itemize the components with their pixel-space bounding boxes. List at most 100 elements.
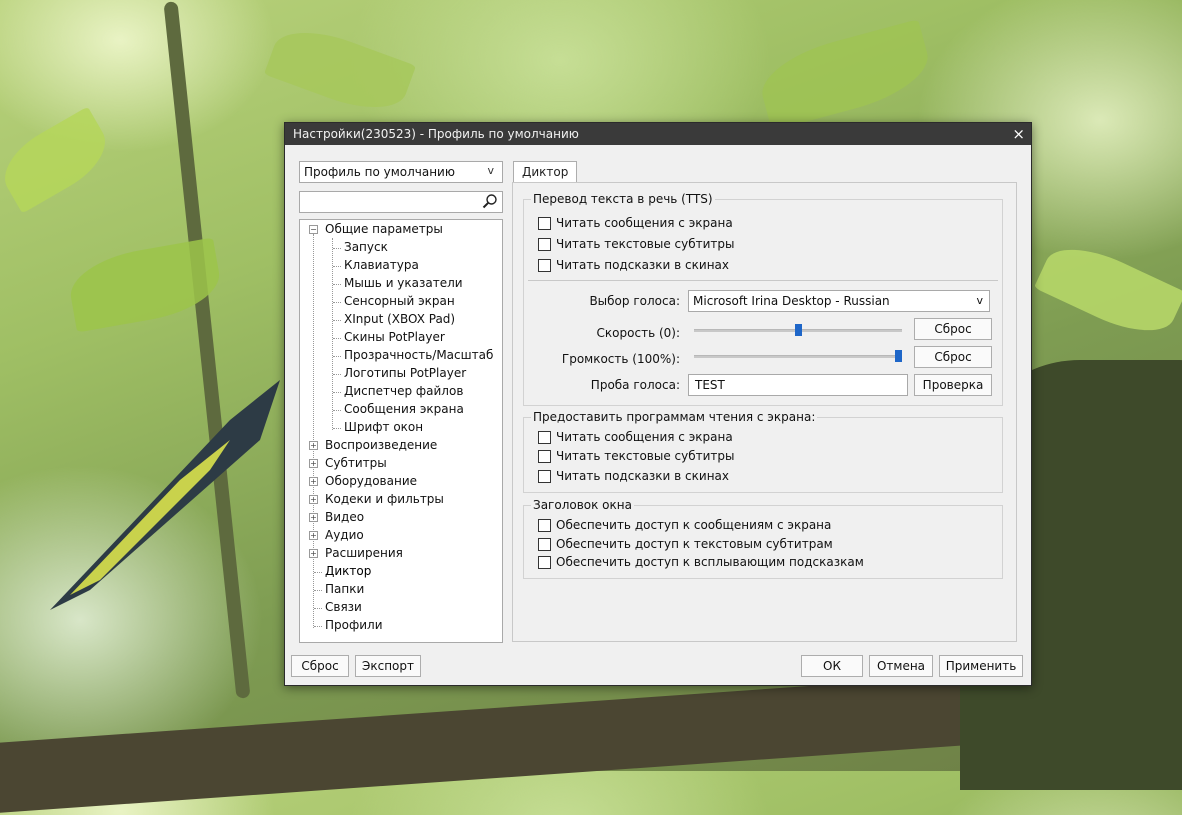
apply-button[interactable]: Применить <box>939 655 1023 677</box>
tree-item-label: Расширения <box>325 546 403 560</box>
volume-slider[interactable] <box>694 348 902 364</box>
tree-item-label: Кодеки и фильтры <box>325 492 444 506</box>
checkbox-box[interactable] <box>538 258 551 272</box>
tree-item-file-manager[interactable]: Диспетчер файлов <box>344 382 463 400</box>
export-button[interactable]: Экспорт <box>355 655 421 677</box>
tree-item-playback[interactable]: + Воспроизведение <box>308 436 437 454</box>
close-icon[interactable]: × <box>1012 125 1025 143</box>
checkbox-label: Читать подсказки в скинах <box>556 469 730 483</box>
tree-item-window-font[interactable]: Шрифт окон <box>344 418 423 436</box>
check-voice-button[interactable]: Проверка <box>914 374 992 396</box>
search-input[interactable] <box>299 191 503 213</box>
checkbox-box[interactable] <box>538 216 551 230</box>
speed-slider[interactable] <box>694 322 902 338</box>
tree-item-video[interactable]: + Видео <box>308 508 364 526</box>
expand-icon[interactable]: + <box>309 459 318 468</box>
tree-item-mouse[interactable]: Мышь и указатели <box>344 274 463 292</box>
tree-item-profiles[interactable]: Профили <box>325 616 383 634</box>
title-access-tooltips-checkbox[interactable]: Обеспечить доступ к всплывающим подсказк… <box>538 554 864 570</box>
tree-item-label: Сообщения экрана <box>344 402 464 416</box>
chevron-down-icon: v <box>976 294 983 307</box>
tree-item-xinput[interactable]: XInput (XBOX Pad) <box>344 310 455 328</box>
slider-thumb[interactable] <box>895 350 902 362</box>
voice-select[interactable]: Microsoft Irina Desktop - Russian v <box>688 290 990 312</box>
tree-item-logos[interactable]: Логотипы PotPlayer <box>344 364 466 382</box>
title-access-osd-checkbox[interactable]: Обеспечить доступ к сообщениям с экрана <box>538 517 831 533</box>
checkbox-box[interactable] <box>538 537 551 551</box>
tree-item-transparency[interactable]: Прозрачность/Масштаб <box>344 346 493 364</box>
expand-icon[interactable]: + <box>309 495 318 504</box>
tree-item-subtitles[interactable]: + Субтитры <box>308 454 387 472</box>
tree-item-startup[interactable]: Запуск <box>344 238 388 256</box>
tts-read-osd-checkbox[interactable]: Читать сообщения с экрана <box>538 215 733 231</box>
tree-item-codecs[interactable]: + Кодеки и фильтры <box>308 490 444 508</box>
tts-read-subtitles-checkbox[interactable]: Читать текстовые субтитры <box>538 236 735 252</box>
tree-item-folders[interactable]: Папки <box>325 580 364 598</box>
checkbox-box[interactable] <box>538 449 551 463</box>
test-voice-input[interactable]: TEST <box>688 374 908 396</box>
test-voice-label: Проба голоса: <box>590 378 680 392</box>
search-icon[interactable] <box>482 193 498 209</box>
checkbox-label: Читать подсказки в скинах <box>556 258 730 272</box>
expand-icon[interactable]: + <box>309 513 318 522</box>
tree-item-label: XInput (XBOX Pad) <box>344 312 456 326</box>
tree-item-touchscreen[interactable]: Сенсорный экран <box>344 292 455 310</box>
collapse-icon[interactable]: − <box>309 225 318 234</box>
tree-item-label: Мышь и указатели <box>344 276 463 290</box>
tree-item-label: Клавиатура <box>344 258 419 272</box>
tts-group: Перевод текста в речь (TTS) Читать сообщ… <box>523 192 1003 406</box>
chevron-down-icon: v <box>487 164 494 177</box>
cancel-button[interactable]: Отмена <box>869 655 933 677</box>
tree-item-narrator[interactable]: Диктор <box>325 562 371 580</box>
tree-guide-line <box>314 626 322 627</box>
checkbox-box[interactable] <box>538 430 551 444</box>
reset-button[interactable]: Сброс <box>291 655 349 677</box>
window-title: Настройки(230523) - Профиль по умолчанию <box>293 127 579 141</box>
checkbox-box[interactable] <box>538 237 551 251</box>
tree-guide-line <box>333 284 341 285</box>
expand-icon[interactable]: + <box>309 531 318 540</box>
speed-label: Скорость (0): <box>596 326 680 340</box>
tree-item-keyboard[interactable]: Клавиатура <box>344 256 419 274</box>
ok-button[interactable]: ОК <box>801 655 863 677</box>
tree-item-osd-messages[interactable]: Сообщения экрана <box>344 400 464 418</box>
tree-item-hardware[interactable]: + Оборудование <box>308 472 417 490</box>
tree-item-label: Профили <box>325 618 383 632</box>
background-leaf <box>753 19 937 131</box>
sr-read-subtitles-checkbox[interactable]: Читать текстовые субтитры <box>538 448 735 464</box>
checkbox-label: Обеспечить доступ к всплывающим подсказк… <box>556 555 864 569</box>
tree-item-general[interactable]: − Общие параметры <box>308 220 443 238</box>
checkbox-box[interactable] <box>538 518 551 532</box>
tree-item-extensions[interactable]: + Расширения <box>308 544 403 562</box>
tree-item-label: Шрифт окон <box>344 420 424 434</box>
tree-item-associations[interactable]: Связи <box>325 598 362 616</box>
tree-item-label: Запуск <box>344 240 388 254</box>
tree-guide-line <box>333 428 341 429</box>
tree-item-label: Видео <box>325 510 365 524</box>
expand-icon[interactable]: + <box>309 441 318 450</box>
tree-item-label: Прозрачность/Масштаб <box>344 348 494 362</box>
tree-item-audio[interactable]: + Аудио <box>308 526 364 544</box>
title-bar[interactable]: Настройки(230523) - Профиль по умолчанию… <box>285 123 1031 145</box>
tree-item-label: Сенсорный экран <box>344 294 455 308</box>
tab-narrator[interactable]: Диктор <box>513 161 578 182</box>
sr-read-osd-checkbox[interactable]: Читать сообщения с экрана <box>538 429 733 445</box>
tree-item-label: Оборудование <box>325 474 417 488</box>
checkbox-box[interactable] <box>538 469 551 483</box>
tts-read-skin-tooltips-checkbox[interactable]: Читать подсказки в скинах <box>538 257 729 273</box>
tree-guide-line <box>333 320 341 321</box>
tree-item-skins[interactable]: Скины PotPlayer <box>344 328 445 346</box>
sr-read-skin-tooltips-checkbox[interactable]: Читать подсказки в скинах <box>538 468 729 484</box>
title-access-subtitles-checkbox[interactable]: Обеспечить доступ к текстовым субтитрам <box>538 536 833 552</box>
speed-reset-button[interactable]: Сброс <box>914 318 992 340</box>
expand-icon[interactable]: + <box>309 477 318 486</box>
volume-reset-button[interactable]: Сброс <box>914 346 992 368</box>
checkbox-label: Читать текстовые субтитры <box>556 237 735 251</box>
group-title: Перевод текста в речь (TTS) <box>531 192 715 206</box>
checkbox-box[interactable] <box>538 555 551 569</box>
expand-icon[interactable]: + <box>309 549 318 558</box>
tree-guide-line <box>314 608 322 609</box>
slider-thumb[interactable] <box>795 324 802 336</box>
profile-select[interactable]: Профиль по умолчанию v <box>299 161 503 183</box>
tree-guide-line <box>333 392 341 393</box>
